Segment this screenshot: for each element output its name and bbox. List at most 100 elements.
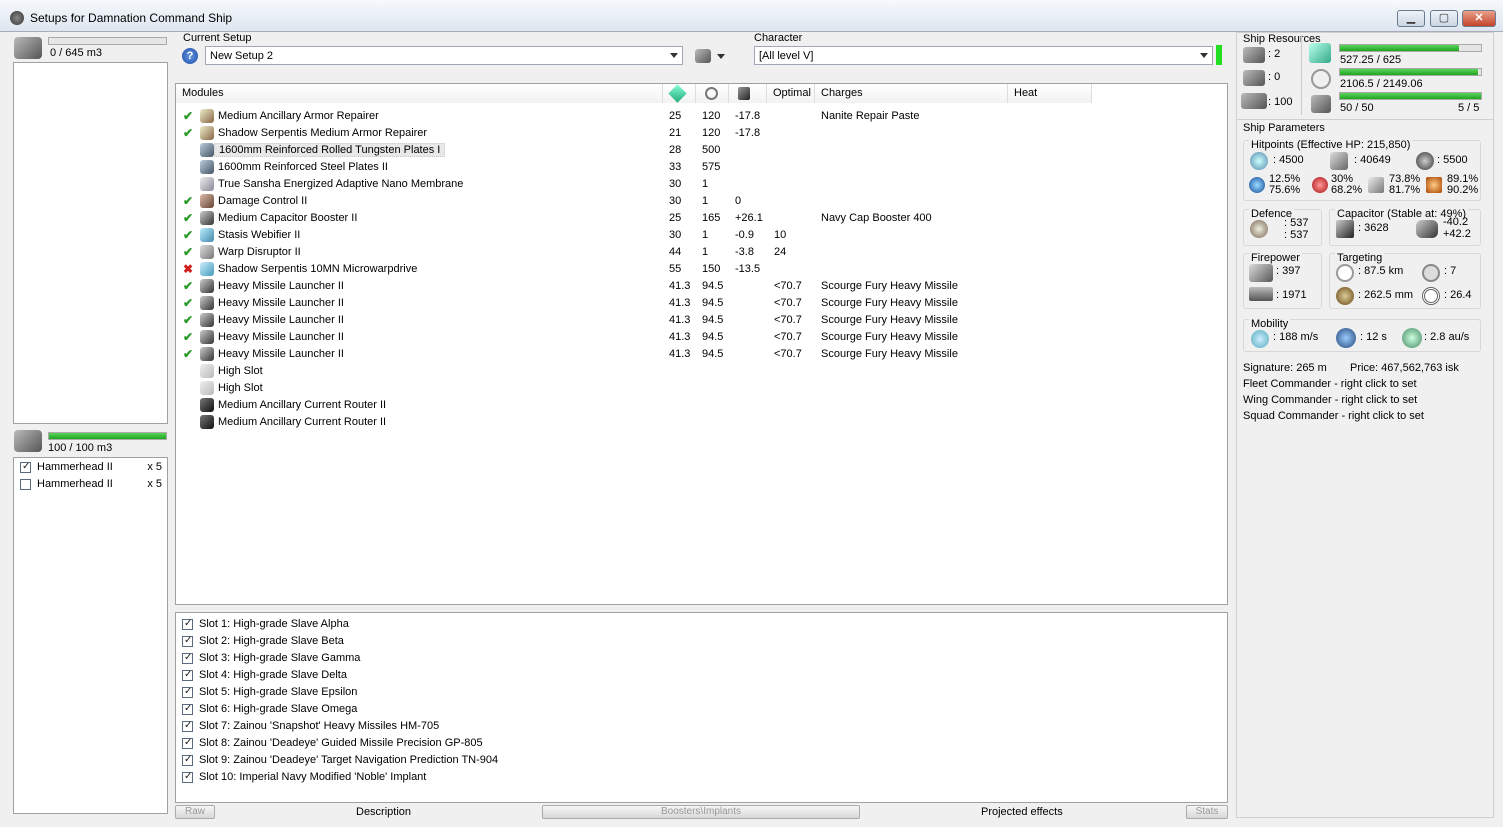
- module-online-icon[interactable]: ✔: [183, 296, 195, 310]
- module-row[interactable]: ✔ Heavy Missile Launcher II 41.3 94.5 <70.7 S…: [176, 346, 1226, 363]
- close-button[interactable]: ✕: [1462, 10, 1496, 27]
- implant-item[interactable]: Slot 4: High-grade Slave Delta: [182, 669, 347, 686]
- module-row[interactable]: ✔ Medium Capacitor Booster II 25 165 +26.1 Na…: [176, 210, 1226, 227]
- optimal-column-header[interactable]: Optimal: [767, 84, 815, 103]
- module-online-icon[interactable]: ✔: [183, 109, 195, 123]
- module-online-icon[interactable]: ✔: [183, 228, 195, 242]
- implant-item[interactable]: Slot 9: Zainou 'Deadeye' Target Navigati…: [182, 754, 498, 771]
- drone-name: Hammerhead II: [37, 478, 113, 490]
- setup-tools-icon[interactable]: [695, 49, 711, 63]
- character-select[interactable]: [All level V]: [754, 46, 1213, 65]
- modules-panel[interactable]: Modules Optimal Charges Heat ✔ Medium Anc…: [175, 83, 1228, 605]
- minimize-button[interactable]: ▁: [1397, 10, 1425, 27]
- implant-checkbox[interactable]: [182, 618, 193, 630]
- drone-checkbox[interactable]: [20, 461, 31, 473]
- module-row[interactable]: ✔ Heavy Missile Launcher II 41.3 94.5 <70.7 S…: [176, 278, 1226, 295]
- module-row[interactable]: 1600mm Reinforced Rolled Tungsten Plates…: [176, 142, 1226, 159]
- tab-description[interactable]: Description: [356, 806, 411, 818]
- module-cpu: 21: [669, 127, 682, 139]
- module-row[interactable]: High Slot: [176, 380, 1226, 397]
- tab-raw[interactable]: Raw: [175, 805, 215, 819]
- wing-commander-slot[interactable]: Wing Commander - right click to set: [1243, 394, 1417, 406]
- module-row[interactable]: True Sansha Energized Adaptive Nano Memb…: [176, 176, 1226, 193]
- module-online-icon[interactable]: ✔: [183, 245, 195, 259]
- turret-hardpoint-icon: [1243, 47, 1265, 63]
- setup-select[interactable]: New Setup 2: [205, 46, 683, 65]
- module-online-icon[interactable]: ✔: [183, 313, 195, 327]
- module-name: High Slot: [218, 382, 263, 394]
- tab-boosters-implants[interactable]: Boosters\Implants: [542, 805, 860, 819]
- modules-list: ✔ Medium Ancillary Armor Repairer 25 120 -17…: [176, 108, 1226, 508]
- module-online-icon[interactable]: ✔: [183, 279, 195, 293]
- module-row[interactable]: Medium Ancillary Current Router II: [176, 414, 1226, 431]
- implant-item[interactable]: Slot 1: High-grade Slave Alpha: [182, 618, 349, 635]
- cargo-list[interactable]: [13, 62, 168, 424]
- module-row[interactable]: 1600mm Reinforced Steel Plates II 33 575: [176, 159, 1226, 176]
- charges-column-header[interactable]: Charges: [815, 84, 1008, 103]
- heat-column-header[interactable]: Heat: [1008, 84, 1092, 103]
- module-online-icon[interactable]: ✔: [183, 211, 195, 225]
- module-charge: Navy Cap Booster 400: [821, 212, 932, 224]
- implant-checkbox[interactable]: [182, 737, 193, 749]
- app-icon: [10, 11, 24, 25]
- module-online-icon[interactable]: ✔: [183, 330, 195, 344]
- module-row[interactable]: ✔ Shadow Serpentis Medium Armor Repairer 2…: [176, 125, 1226, 142]
- drone-item[interactable]: Hammerhead II x 5: [20, 461, 162, 473]
- cpu-column-header[interactable]: [663, 84, 696, 103]
- volley-icon: [1249, 287, 1273, 301]
- fleet-commander-slot[interactable]: Fleet Commander - right click to set: [1243, 378, 1417, 390]
- setup-select-value: New Setup 2: [210, 50, 273, 62]
- module-capacitor: -17.8: [735, 110, 761, 122]
- modules-column-header[interactable]: Modules: [176, 84, 663, 103]
- implant-checkbox[interactable]: [182, 720, 193, 732]
- implant-checkbox[interactable]: [182, 669, 193, 681]
- implant-item[interactable]: Slot 7: Zainou 'Snapshot' Heavy Missiles…: [182, 720, 439, 737]
- implant-item[interactable]: Slot 5: High-grade Slave Epsilon: [182, 686, 357, 703]
- module-row[interactable]: High Slot: [176, 363, 1226, 380]
- module-online-icon[interactable]: ✔: [183, 126, 195, 140]
- title-bar: Setups for Damnation Command Ship ▁ ▢ ✕: [0, 0, 1503, 32]
- tab-stats[interactable]: Stats: [1186, 805, 1228, 819]
- firepower-title: Firepower: [1249, 252, 1302, 264]
- drone-item[interactable]: Hammerhead II x 5: [20, 478, 162, 490]
- module-online-icon[interactable]: ✔: [183, 347, 195, 361]
- drone-list[interactable]: Hammerhead II x 5 Hammerhead II x 5: [13, 457, 168, 814]
- implant-checkbox[interactable]: [182, 703, 193, 715]
- module-row[interactable]: ✔ Stasis Webifier II 30 1 -0.9 10: [176, 227, 1226, 244]
- module-online-icon[interactable]: ✔: [183, 194, 195, 208]
- implant-checkbox[interactable]: [182, 635, 193, 647]
- setup-tools-dropdown-icon[interactable]: [717, 54, 725, 59]
- implant-item[interactable]: Slot 10: Imperial Navy Modified 'Noble' …: [182, 771, 426, 788]
- tab-projected-effects[interactable]: Projected effects: [981, 806, 1063, 818]
- powergrid-column-header[interactable]: [696, 84, 729, 103]
- drone-checkbox[interactable]: [20, 478, 31, 490]
- module-cpu: 30: [669, 229, 682, 241]
- module-row[interactable]: ✔ Damage Control II 30 1 0: [176, 193, 1226, 210]
- module-row[interactable]: Medium Ancillary Current Router II: [176, 397, 1226, 414]
- module-row[interactable]: ✔ Heavy Missile Launcher II 41.3 94.5 <70.7 S…: [176, 295, 1226, 312]
- implants-panel[interactable]: Slot 1: High-grade Slave Alpha Slot 2: Hi…: [175, 612, 1228, 803]
- implant-item[interactable]: Slot 2: High-grade Slave Beta: [182, 635, 344, 652]
- module-row[interactable]: ✔ Warp Disruptor II 44 1 -3.8 24: [176, 244, 1226, 261]
- implant-checkbox[interactable]: [182, 754, 193, 766]
- module-row[interactable]: ✔ Medium Ancillary Armor Repairer 25 120 -17…: [176, 108, 1226, 125]
- implant-item[interactable]: Slot 6: High-grade Slave Omega: [182, 703, 357, 720]
- module-name: Damage Control II: [218, 195, 308, 207]
- implant-checkbox[interactable]: [182, 652, 193, 664]
- maximize-button[interactable]: ▢: [1430, 10, 1458, 27]
- module-row[interactable]: ✔ Heavy Missile Launcher II 41.3 94.5 <70.7 S…: [176, 312, 1226, 329]
- module-row[interactable]: ✖ Shadow Serpentis 10MN Microwarpdrive 55 1…: [176, 261, 1226, 278]
- implant-item[interactable]: Slot 8: Zainou 'Deadeye' Guided Missile …: [182, 737, 483, 754]
- module-row[interactable]: ✔ Heavy Missile Launcher II 41.3 94.5 <70.7 S…: [176, 329, 1226, 346]
- implant-checkbox[interactable]: [182, 686, 193, 698]
- squad-commander-slot[interactable]: Squad Commander - right click to set: [1243, 410, 1424, 422]
- cargo-icon: [14, 37, 42, 59]
- help-icon[interactable]: ?: [182, 48, 198, 64]
- implant-item[interactable]: Slot 3: High-grade Slave Gamma: [182, 652, 360, 669]
- module-powergrid: 120: [702, 110, 721, 122]
- module-offline-icon[interactable]: ✖: [183, 262, 195, 276]
- capacitor-column-header[interactable]: [729, 84, 767, 103]
- module-powergrid: 94.5: [702, 280, 724, 292]
- drone-qty: x 5: [147, 461, 162, 473]
- implant-checkbox[interactable]: [182, 771, 193, 783]
